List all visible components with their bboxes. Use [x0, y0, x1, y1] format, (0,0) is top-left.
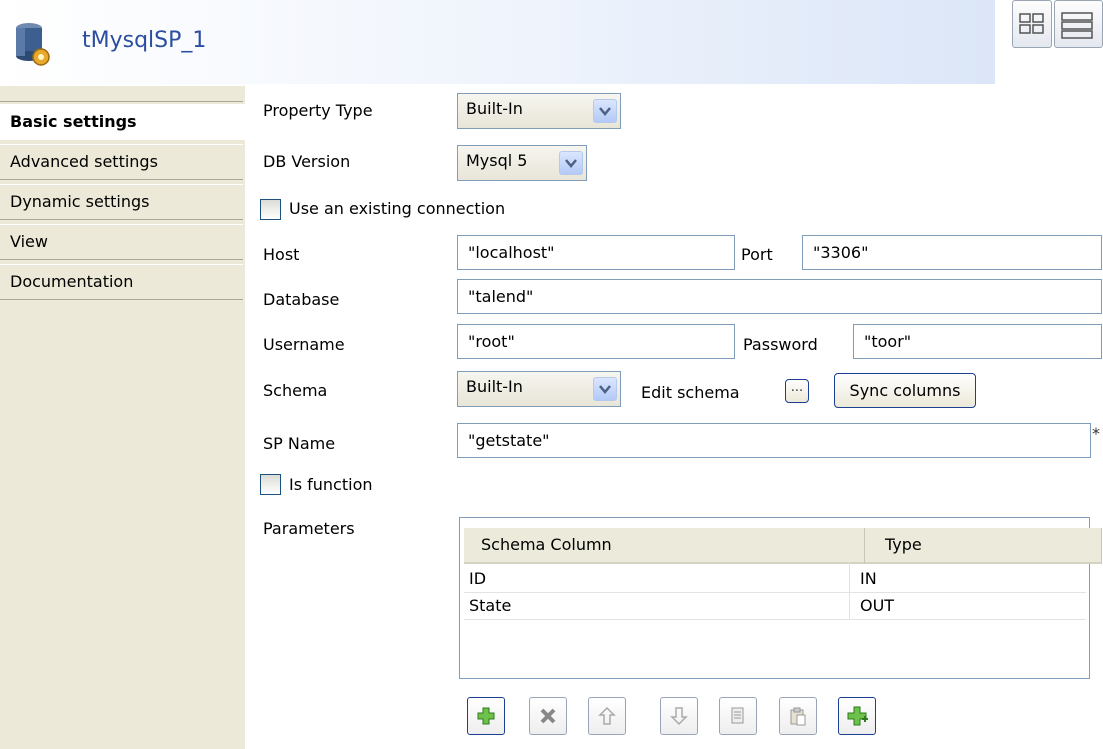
sync-columns-button[interactable]: Sync columns [834, 373, 976, 408]
table-column-divider [849, 562, 850, 620]
table-cell-column[interactable]: State [469, 593, 511, 619]
is-function-label: Is function [289, 475, 373, 494]
property-type-label: Property Type [263, 101, 373, 120]
add-all-icon[interactable] [838, 697, 876, 735]
table-cell-type[interactable]: IN [860, 566, 877, 592]
database-component-icon [14, 22, 52, 66]
edit-schema-label: Edit schema [641, 383, 740, 402]
port-label: Port [741, 245, 773, 264]
component-title: tMysqlSP_1 [82, 28, 207, 53]
database-input[interactable]: "talend" [457, 279, 1102, 314]
table-cell-type[interactable]: OUT [860, 593, 894, 619]
property-type-value: Built-In [466, 99, 523, 118]
required-mark: * [1092, 424, 1100, 443]
username-label: Username [263, 335, 345, 354]
host-input[interactable]: "localhost" [457, 235, 735, 270]
nav-item-basic-settings[interactable]: Basic settings [0, 104, 245, 140]
table-row-divider [464, 619, 1086, 620]
schema-select[interactable]: Built-In [457, 371, 621, 407]
nav-spacer [0, 86, 243, 102]
port-input[interactable]: "3306" [802, 235, 1102, 270]
table-cell-column[interactable]: ID [469, 566, 486, 592]
nav-item-advanced-settings[interactable]: Advanced settings [0, 144, 243, 180]
parameters-label: Parameters [263, 519, 355, 538]
parameters-table[interactable]: Schema Column Type ID IN State OUT [459, 517, 1102, 679]
host-label: Host [263, 245, 300, 264]
schema-label: Schema [263, 381, 328, 400]
sp-name-input[interactable]: "getstate" [457, 423, 1091, 458]
db-version-label: DB Version [263, 152, 351, 171]
password-label: Password [743, 335, 818, 354]
delete-icon[interactable] [529, 697, 567, 735]
property-type-select[interactable]: Built-In [457, 93, 621, 129]
move-up-icon[interactable] [588, 697, 626, 735]
copy-icon[interactable] [719, 697, 757, 735]
nav-item-view[interactable]: View [0, 224, 243, 260]
column-header-type[interactable]: Type [865, 528, 1102, 564]
is-function-checkbox[interactable] [260, 474, 281, 495]
edit-schema-button[interactable]: ... [785, 379, 809, 403]
database-label: Database [263, 290, 340, 309]
schema-value: Built-In [466, 377, 523, 396]
chevron-down-icon [559, 151, 583, 175]
move-down-icon[interactable] [660, 697, 698, 735]
nav-item-dynamic-settings[interactable]: Dynamic settings [0, 184, 243, 220]
nav-item-documentation[interactable]: Documentation [0, 264, 243, 300]
username-input[interactable]: "root" [457, 324, 735, 359]
list-view-icon[interactable] [1054, 0, 1103, 48]
chevron-down-icon [593, 99, 617, 123]
use-existing-connection-checkbox[interactable] [260, 199, 281, 220]
chevron-down-icon [593, 377, 617, 401]
password-input[interactable]: "toor" [853, 324, 1102, 359]
paste-icon[interactable] [779, 697, 817, 735]
add-icon[interactable] [467, 697, 505, 735]
use-existing-connection-label: Use an existing connection [289, 199, 506, 218]
db-version-select[interactable]: Mysql 5 [457, 145, 587, 181]
sp-name-label: SP Name [263, 434, 336, 453]
settings-nav: Basic settings Advanced settings Dynamic… [0, 86, 245, 749]
column-header-schema-column[interactable]: Schema Column [464, 528, 865, 564]
table-row-divider [464, 592, 1086, 593]
db-version-value: Mysql 5 [466, 151, 528, 170]
grid-view-icon[interactable] [1012, 0, 1052, 48]
